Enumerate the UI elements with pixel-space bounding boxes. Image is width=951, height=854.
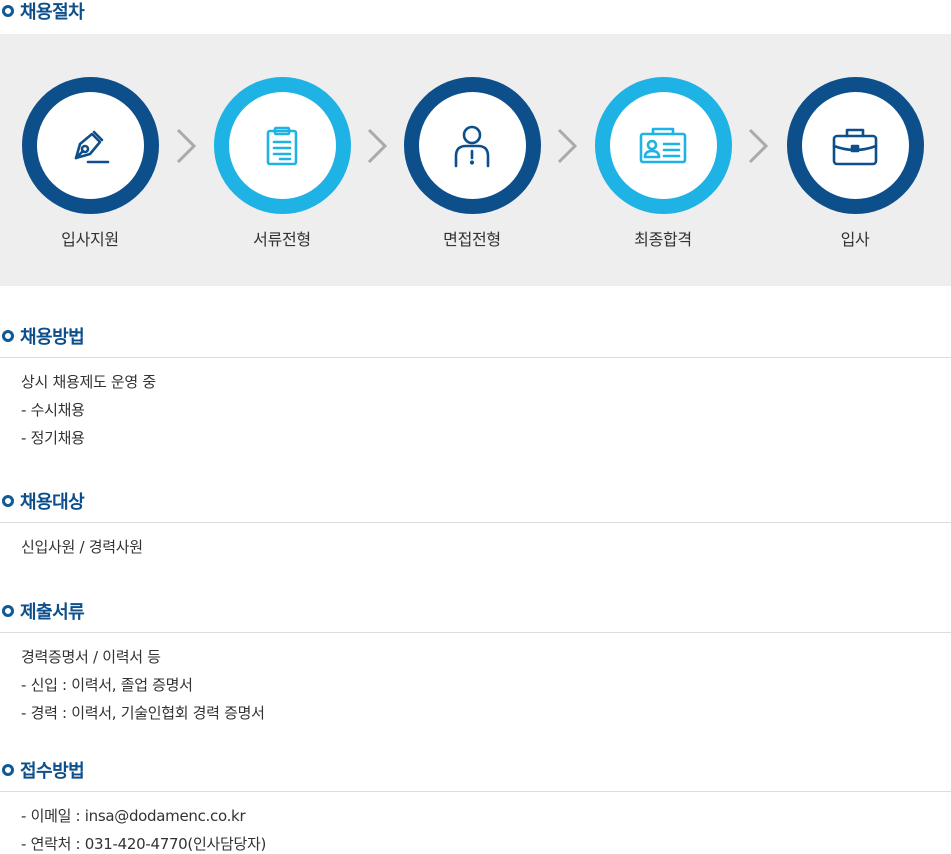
process-section-header: 채용절차 xyxy=(0,0,951,23)
pen-nib-icon xyxy=(74,130,110,163)
chevron-right-icon xyxy=(748,128,769,164)
step-ring xyxy=(786,77,924,214)
apply-email-line: - 이메일 : insa@dodamenc.co.kr xyxy=(21,807,246,825)
documents-line: - 경력 : 이력서, 기술인협회 경력 증명서 xyxy=(21,704,265,722)
person-icon xyxy=(454,125,490,167)
method-title: 채용방법 xyxy=(20,327,85,348)
process-step-apply: 입사지원 xyxy=(20,77,160,250)
section-bullet-icon xyxy=(2,330,14,342)
divider xyxy=(0,522,951,523)
step-ring xyxy=(403,77,541,214)
process-panel: 입사지원 서류전형 면접전형 최종합격 입사 xyxy=(0,34,951,286)
step-ring xyxy=(21,77,159,214)
step-label: 면접전형 xyxy=(443,230,501,249)
method-line: - 정기채용 xyxy=(21,429,85,447)
process-title: 채용절차 xyxy=(20,2,85,23)
clipboard-icon xyxy=(266,126,298,165)
divider xyxy=(0,357,951,358)
section-bullet-icon xyxy=(2,605,14,617)
section-bullet-icon xyxy=(2,495,14,507)
id-card-icon xyxy=(639,127,687,163)
step-label: 입사 xyxy=(840,230,870,249)
divider xyxy=(0,791,951,792)
target-title: 채용대상 xyxy=(20,492,85,513)
documents-section-header: 제출서류 xyxy=(0,599,951,623)
section-bullet-icon xyxy=(2,5,14,17)
chevron-right-icon xyxy=(176,128,197,164)
documents-line: 경력증명서 / 이력서 등 xyxy=(21,648,161,666)
process-step-final-pass: 최종합격 xyxy=(593,77,733,250)
method-section-header: 채용방법 xyxy=(0,324,951,348)
step-ring xyxy=(213,77,351,214)
method-line: 상시 채용제도 운영 중 xyxy=(21,373,156,391)
apply-section-header: 접수방법 xyxy=(0,758,951,782)
apply-title: 접수방법 xyxy=(20,761,85,782)
step-ring xyxy=(594,77,732,214)
process-step-join: 입사 xyxy=(785,77,925,250)
apply-phone-line: - 연락처 : 031-420-4770(인사담당자) xyxy=(21,835,267,853)
briefcase-icon xyxy=(832,128,878,165)
step-label: 서류전형 xyxy=(253,230,311,249)
method-line: - 수시채용 xyxy=(21,401,85,419)
target-section-header: 채용대상 xyxy=(0,489,951,513)
chevron-right-icon xyxy=(367,128,388,164)
step-label: 입사지원 xyxy=(61,230,119,249)
divider xyxy=(0,632,951,633)
documents-title: 제출서류 xyxy=(20,602,85,623)
documents-line: - 신입 : 이력서, 졸업 증명서 xyxy=(21,676,193,694)
process-step-document-review: 서류전형 xyxy=(212,77,352,250)
step-label: 최종합격 xyxy=(634,230,692,249)
process-step-interview: 면접전형 xyxy=(402,77,542,250)
chevron-right-icon xyxy=(557,128,578,164)
section-bullet-icon xyxy=(2,764,14,776)
target-line: 신입사원 / 경력사원 xyxy=(21,538,143,556)
